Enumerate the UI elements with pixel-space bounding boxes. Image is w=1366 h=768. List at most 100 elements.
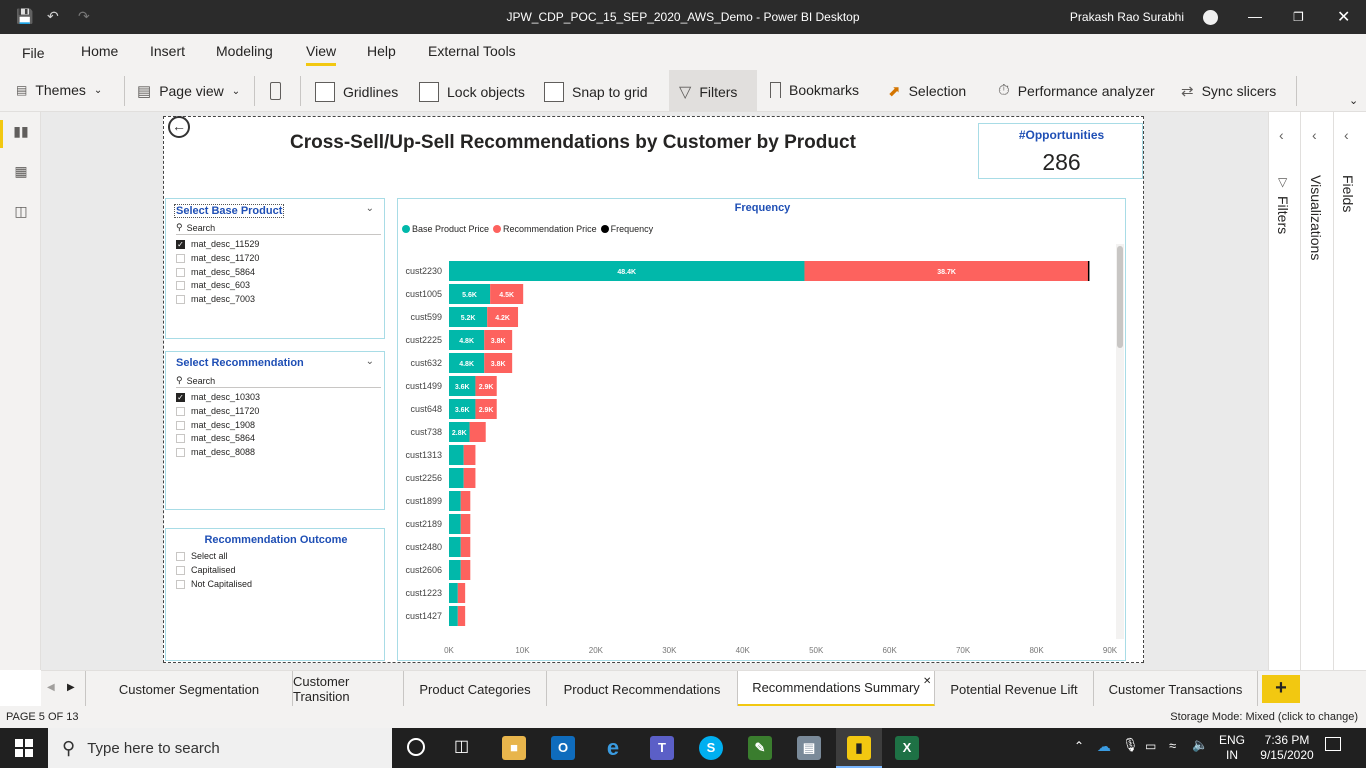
bar-segment[interactable]: [449, 514, 461, 534]
themes-button[interactable]: ▤ Themes ⌄: [16, 82, 102, 98]
menu-external-tools[interactable]: External Tools: [428, 43, 516, 59]
list-item[interactable]: mat_desc_7003: [176, 294, 255, 304]
menu-home[interactable]: Home: [81, 43, 118, 59]
teams-icon[interactable]: T: [650, 736, 674, 760]
data-view-icon[interactable]: ▦: [11, 163, 31, 181]
gridlines-checkbox[interactable]: Gridlines: [315, 82, 398, 102]
legend-item[interactable]: Recommendation Price: [493, 224, 597, 234]
list-item[interactable]: mat_desc_1908: [176, 420, 255, 430]
checkbox[interactable]: [176, 565, 185, 575]
bar-segment[interactable]: [449, 468, 464, 488]
avatar[interactable]: [1203, 10, 1218, 25]
checkbox[interactable]: [176, 267, 185, 277]
edge-icon[interactable]: e: [601, 736, 625, 760]
bar-segment[interactable]: [463, 468, 476, 488]
list-item[interactable]: ✓ mat_desc_10303: [176, 392, 260, 402]
checkbox[interactable]: [176, 406, 185, 416]
battery-icon[interactable]: ▭: [1145, 739, 1156, 753]
skype-icon[interactable]: S: [699, 736, 723, 760]
tab-customer-segmentation[interactable]: Customer Segmentation: [85, 671, 293, 707]
tab-product-categories[interactable]: Product Categories: [404, 671, 547, 707]
menu-help[interactable]: Help: [367, 43, 396, 59]
bar-segment[interactable]: [457, 583, 466, 603]
page-view-button[interactable]: ▤ Page view ⌄: [137, 82, 240, 100]
menu-insert[interactable]: Insert: [150, 43, 185, 59]
microphone-icon[interactable]: 🎙: [1122, 737, 1139, 753]
tab-product-recommendations[interactable]: Product Recommendations: [547, 671, 738, 707]
list-item[interactable]: Not Capitalised: [176, 579, 252, 589]
search-input[interactable]: ⚲ Search: [176, 221, 381, 235]
bar-segment[interactable]: [469, 422, 486, 442]
bar-segment[interactable]: [449, 560, 461, 580]
filters-button[interactable]: ▽ Filters: [679, 82, 737, 102]
bar-segment[interactable]: [460, 491, 471, 511]
volume-icon[interactable]: 🔈: [1192, 737, 1208, 753]
chevron-left-icon[interactable]: ‹: [1344, 127, 1349, 143]
chevron-up-icon[interactable]: ⌃: [1074, 739, 1084, 753]
chart-scrollbar[interactable]: [1117, 246, 1123, 348]
chevron-left-icon[interactable]: ‹: [1312, 127, 1317, 143]
checkbox[interactable]: [176, 433, 185, 443]
excel-icon[interactable]: X: [895, 736, 919, 760]
bar-segment[interactable]: [457, 606, 466, 626]
menu-modeling[interactable]: Modeling: [216, 43, 273, 59]
bar-segment[interactable]: [449, 491, 461, 511]
task-view-icon[interactable]: ◫: [454, 736, 469, 756]
close-tab-icon[interactable]: ✕: [923, 676, 931, 687]
visualizations-pane-label[interactable]: Visualizations: [1308, 175, 1324, 260]
cortana-icon[interactable]: [407, 738, 425, 756]
checkbox[interactable]: [176, 294, 185, 304]
add-page-button[interactable]: +: [1262, 675, 1300, 703]
checkbox[interactable]: [176, 253, 185, 263]
checkbox-checked[interactable]: ✓: [176, 239, 185, 249]
notification-icon[interactable]: [1325, 737, 1341, 751]
kpi-card[interactable]: #Opportunities 286: [978, 123, 1143, 179]
menu-file[interactable]: File: [22, 45, 45, 61]
list-item[interactable]: Select all: [176, 551, 228, 561]
checkbox[interactable]: [176, 280, 185, 290]
bar-segment[interactable]: [460, 514, 471, 534]
snap-to-grid-checkbox[interactable]: Snap to grid: [544, 82, 648, 102]
model-view-icon[interactable]: ◫: [11, 203, 31, 221]
fields-pane-label[interactable]: Fields: [1340, 175, 1356, 212]
storage-mode[interactable]: Storage Mode: Mixed (click to change): [1170, 711, 1358, 723]
restore-icon[interactable]: ❐: [1293, 10, 1304, 24]
mobile-layout-button[interactable]: [270, 82, 281, 100]
tab-recommendations-summary[interactable]: Recommendations Summary: [738, 671, 935, 707]
checkbox[interactable]: [176, 420, 185, 430]
list-item[interactable]: ✓ mat_desc_11529: [176, 239, 259, 249]
bar-segment[interactable]: [449, 537, 461, 557]
list-item[interactable]: mat_desc_8088: [176, 447, 255, 457]
tab-customer-transactions[interactable]: Customer Transactions: [1094, 671, 1258, 707]
bar-segment[interactable]: [449, 445, 464, 465]
slicer-outcome[interactable]: Recommendation Outcome Select all Capita…: [165, 528, 385, 661]
power-bi-icon[interactable]: ▮: [847, 736, 871, 760]
tab-scroll-right-icon[interactable]: ▶: [67, 682, 75, 693]
search-input[interactable]: ⚲ Search: [176, 374, 381, 388]
bookmarks-button[interactable]: Bookmarks: [770, 82, 859, 98]
legend-item[interactable]: Base Product Price: [402, 224, 489, 234]
slicer-recommendation[interactable]: Select Recommendation ⌄ ⚲ Search ✓ mat_de…: [165, 351, 385, 510]
list-item[interactable]: mat_desc_5864: [176, 267, 255, 277]
remote-desktop-icon[interactable]: ▤: [797, 736, 821, 760]
bar-segment[interactable]: [463, 445, 476, 465]
checkbox[interactable]: [176, 447, 185, 457]
clock[interactable]: 7:36 PM 9/15/2020: [1255, 733, 1319, 763]
bar-segment[interactable]: [460, 560, 471, 580]
bar-segment[interactable]: [449, 583, 458, 603]
checkbox[interactable]: [176, 551, 185, 561]
lock-objects-checkbox[interactable]: Lock objects: [419, 82, 525, 102]
tab-scroll-left-icon[interactable]: ◀: [47, 682, 55, 693]
ribbon-expand-icon[interactable]: ⌄: [1349, 94, 1358, 107]
report-view-icon[interactable]: ▮▮: [11, 123, 31, 141]
checkbox[interactable]: [176, 579, 185, 589]
list-item[interactable]: mat_desc_11720: [176, 406, 259, 416]
outlook-icon[interactable]: O: [551, 736, 575, 760]
minimize-icon[interactable]: —: [1248, 8, 1262, 24]
onedrive-icon[interactable]: ☁: [1097, 738, 1111, 755]
file-explorer-icon[interactable]: ■: [502, 736, 526, 760]
list-item[interactable]: mat_desc_603: [176, 280, 250, 290]
bar-segment[interactable]: [460, 537, 471, 557]
list-item[interactable]: Capitalised: [176, 565, 236, 575]
chevron-down-icon[interactable]: ⌄: [366, 356, 374, 367]
